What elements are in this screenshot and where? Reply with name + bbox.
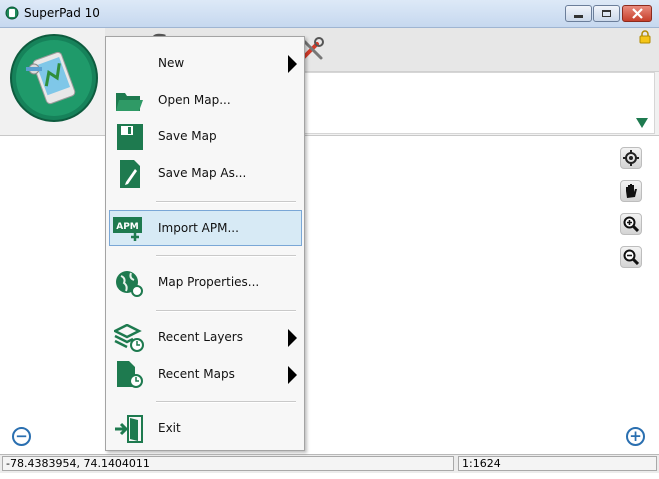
app-icon	[5, 6, 19, 20]
menu-separator	[156, 255, 296, 257]
application-menu-button[interactable]	[9, 33, 99, 123]
status-coordinates: -78.4383954, 74.1404011	[2, 456, 454, 471]
pan-button[interactable]	[620, 180, 642, 202]
zoom-out-icon	[623, 249, 639, 265]
status-scale: 1:1624	[458, 456, 657, 471]
submenu-arrow-icon	[288, 366, 297, 384]
lock-icon[interactable]	[639, 30, 651, 44]
menu-item-label: Map Properties...	[158, 275, 260, 289]
menu-item-label: New	[158, 56, 185, 70]
exit-door-icon	[115, 415, 143, 443]
menu-item-recent-maps[interactable]: Recent Maps	[108, 357, 302, 391]
zoom-out-circle-button[interactable]: −	[12, 427, 31, 446]
window-title: SuperPad 10	[24, 6, 100, 20]
maximize-button[interactable]	[593, 5, 620, 22]
locate-button[interactable]	[620, 147, 642, 169]
zoom-in-icon	[623, 216, 639, 232]
globe-icon	[116, 271, 143, 297]
map-doc-clock-icon	[117, 361, 143, 388]
map-canvas[interactable]: − +	[0, 136, 659, 454]
pan-hand-icon	[626, 184, 637, 198]
menu-item-label: Open Map...	[158, 93, 231, 107]
minimize-icon	[574, 14, 583, 18]
app-window: SuperPad 10 S	[0, 0, 659, 479]
apm-icon-text: APM	[116, 222, 139, 232]
floppy-disk-icon	[117, 124, 143, 150]
menu-item-exit[interactable]: Exit	[108, 411, 302, 445]
menu-item-save-map[interactable]: Save Map	[108, 119, 302, 153]
minimize-button[interactable]	[565, 5, 592, 22]
plus-icon: +	[629, 427, 642, 445]
menu-item-import-apm[interactable]: APM Import APM...	[109, 210, 302, 246]
submenu-arrow-icon	[288, 329, 297, 347]
menu-separator	[156, 310, 296, 312]
menu-item-label: Exit	[158, 421, 181, 435]
menu-separator	[156, 401, 296, 403]
menu-item-label: Save Map As...	[158, 166, 247, 180]
maximize-icon	[602, 10, 611, 17]
zoom-in-circle-button[interactable]: +	[626, 427, 645, 446]
close-icon	[631, 8, 643, 19]
menu-item-save-map-as[interactable]: Save Map As...	[108, 156, 302, 190]
menu-item-recent-layers[interactable]: Recent Layers	[108, 320, 302, 354]
menu-item-new[interactable]: New	[108, 46, 302, 80]
save-as-icon	[120, 160, 140, 188]
minus-icon: −	[15, 427, 28, 445]
menu-item-label: Save Map	[158, 129, 217, 143]
menu-item-open-map[interactable]: Open Map...	[108, 83, 302, 117]
close-button[interactable]	[622, 5, 652, 22]
apm-import-icon: APM	[113, 217, 142, 241]
menu-item-label: Recent Maps	[158, 367, 235, 381]
ribbon-expand-arrow-icon[interactable]	[636, 118, 648, 128]
zoom-in-button[interactable]	[620, 213, 642, 235]
folder-open-icon	[116, 93, 143, 111]
layers-clock-icon	[114, 324, 144, 352]
menu-separator	[156, 201, 296, 203]
menu-item-label: Recent Layers	[158, 330, 243, 344]
application-menu: New Open Map... Save Map Save Map As... …	[105, 36, 305, 451]
title-bar[interactable]: SuperPad 10	[0, 0, 659, 28]
zoom-out-button[interactable]	[620, 246, 642, 268]
submenu-arrow-icon	[288, 55, 297, 73]
locate-icon	[623, 150, 639, 166]
menu-item-label: Import APM...	[158, 221, 239, 235]
menu-item-map-properties[interactable]: Map Properties...	[108, 265, 302, 299]
status-bar: -78.4383954, 74.1404011 1:1624	[0, 454, 659, 473]
